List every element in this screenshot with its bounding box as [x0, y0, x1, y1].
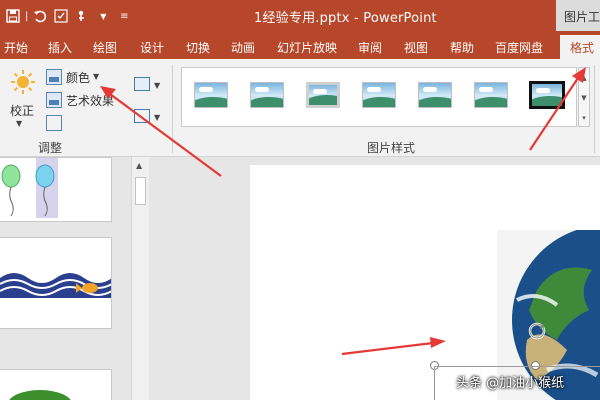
- ribbon-tab-bar: 开始 插入 绘图 设计 切换 动画 幻灯片放映 审阅 视图 帮助 百度网盘 格式: [0, 31, 600, 59]
- customize-icon[interactable]: [52, 7, 70, 25]
- document-title: 1经验专用.pptx - PowerPoint: [254, 11, 437, 26]
- tab-slideshow[interactable]: 幻灯片放映: [277, 39, 337, 56]
- tab-animations[interactable]: 动画: [231, 39, 255, 56]
- tab-draw[interactable]: 绘图: [93, 39, 117, 56]
- touch-mode-icon[interactable]: [73, 7, 91, 25]
- chevron-down-icon[interactable]: ▼: [154, 81, 160, 90]
- tab-view[interactable]: 视图: [404, 39, 428, 56]
- color-icon[interactable]: [46, 69, 62, 85]
- save-icon[interactable]: [4, 7, 22, 25]
- picture-styles-gallery: [181, 67, 577, 127]
- balloon-icon: [1, 158, 58, 218]
- tab-insert[interactable]: 插入: [48, 39, 72, 56]
- picture-style-2[interactable]: [250, 82, 284, 108]
- tree-icon: [9, 390, 71, 400]
- wave-icon: [0, 273, 111, 298]
- chevron-down-icon[interactable]: ▼: [94, 7, 112, 25]
- chevron-down-icon[interactable]: ▼: [16, 119, 22, 128]
- scrollbar-thumb[interactable]: [135, 177, 146, 205]
- group-separator: [594, 65, 595, 153]
- picture-style-4[interactable]: [362, 82, 396, 108]
- adjust-group-label: 调整: [38, 141, 63, 155]
- picture-styles-group-label: 图片样式: [367, 141, 416, 155]
- tab-baidu-netdisk[interactable]: 百度网盘: [495, 39, 543, 56]
- tab-transitions[interactable]: 切换: [186, 39, 210, 56]
- thumbnail-pane-scrollbar[interactable]: ▲: [131, 157, 149, 400]
- slide-thumbnail[interactable]: [0, 237, 112, 329]
- slide-thumbnail[interactable]: [0, 369, 112, 400]
- tab-format[interactable]: 格式: [560, 35, 600, 59]
- more-icon[interactable]: ≡: [115, 7, 133, 25]
- corrections-button[interactable]: 校正: [10, 102, 34, 119]
- group-separator: [172, 65, 173, 153]
- context-tab-group: 图片工具: [556, 0, 600, 31]
- ribbon: 校正 ▼ 颜色 ▼ 艺术效果 ▼ ▼ 调整 ▲ ▼ ▾ 图片样式: [0, 59, 600, 157]
- tab-review[interactable]: 审阅: [358, 39, 382, 56]
- tab-home[interactable]: 开始: [4, 39, 28, 56]
- picture-style-7[interactable]: [529, 81, 565, 109]
- chevron-up-icon[interactable]: ▲: [579, 68, 589, 88]
- rotate-handle-icon[interactable]: [527, 321, 547, 341]
- change-picture-icon[interactable]: [134, 77, 150, 91]
- tab-design[interactable]: 设计: [140, 39, 164, 56]
- gallery-scrollbar[interactable]: ▲ ▼ ▾: [578, 67, 590, 127]
- title-bar: | ▼ ≡ 1经验专用.pptx - PowerPoint 图片工具: [0, 0, 600, 31]
- tab-help[interactable]: 帮助: [450, 39, 474, 56]
- artistic-effects-icon[interactable]: [46, 92, 62, 108]
- artistic-effects-button[interactable]: 艺术效果: [66, 92, 114, 109]
- quick-access-toolbar: | ▼ ≡: [4, 6, 133, 26]
- chevron-down-icon[interactable]: ▼: [579, 88, 589, 108]
- slide-thumbnail[interactable]: [0, 157, 112, 222]
- picture-style-3[interactable]: [306, 82, 340, 108]
- compress-pictures-icon[interactable]: [46, 115, 62, 131]
- reset-picture-icon[interactable]: [134, 109, 150, 123]
- undo-icon[interactable]: [31, 7, 49, 25]
- chevron-down-icon[interactable]: ▼: [154, 113, 160, 122]
- chevron-up-icon[interactable]: ▲: [136, 161, 142, 170]
- more-icon[interactable]: ▾: [579, 108, 589, 128]
- picture-style-1[interactable]: [194, 82, 228, 108]
- chevron-down-icon[interactable]: ▼: [93, 72, 99, 81]
- watermark: 头条 @加油小猴纸: [456, 376, 565, 391]
- picture-style-6[interactable]: [474, 82, 508, 108]
- picture-style-5[interactable]: [418, 82, 452, 108]
- separator: |: [25, 10, 29, 22]
- color-button[interactable]: 颜色: [66, 69, 90, 86]
- sun-icon[interactable]: [10, 69, 36, 95]
